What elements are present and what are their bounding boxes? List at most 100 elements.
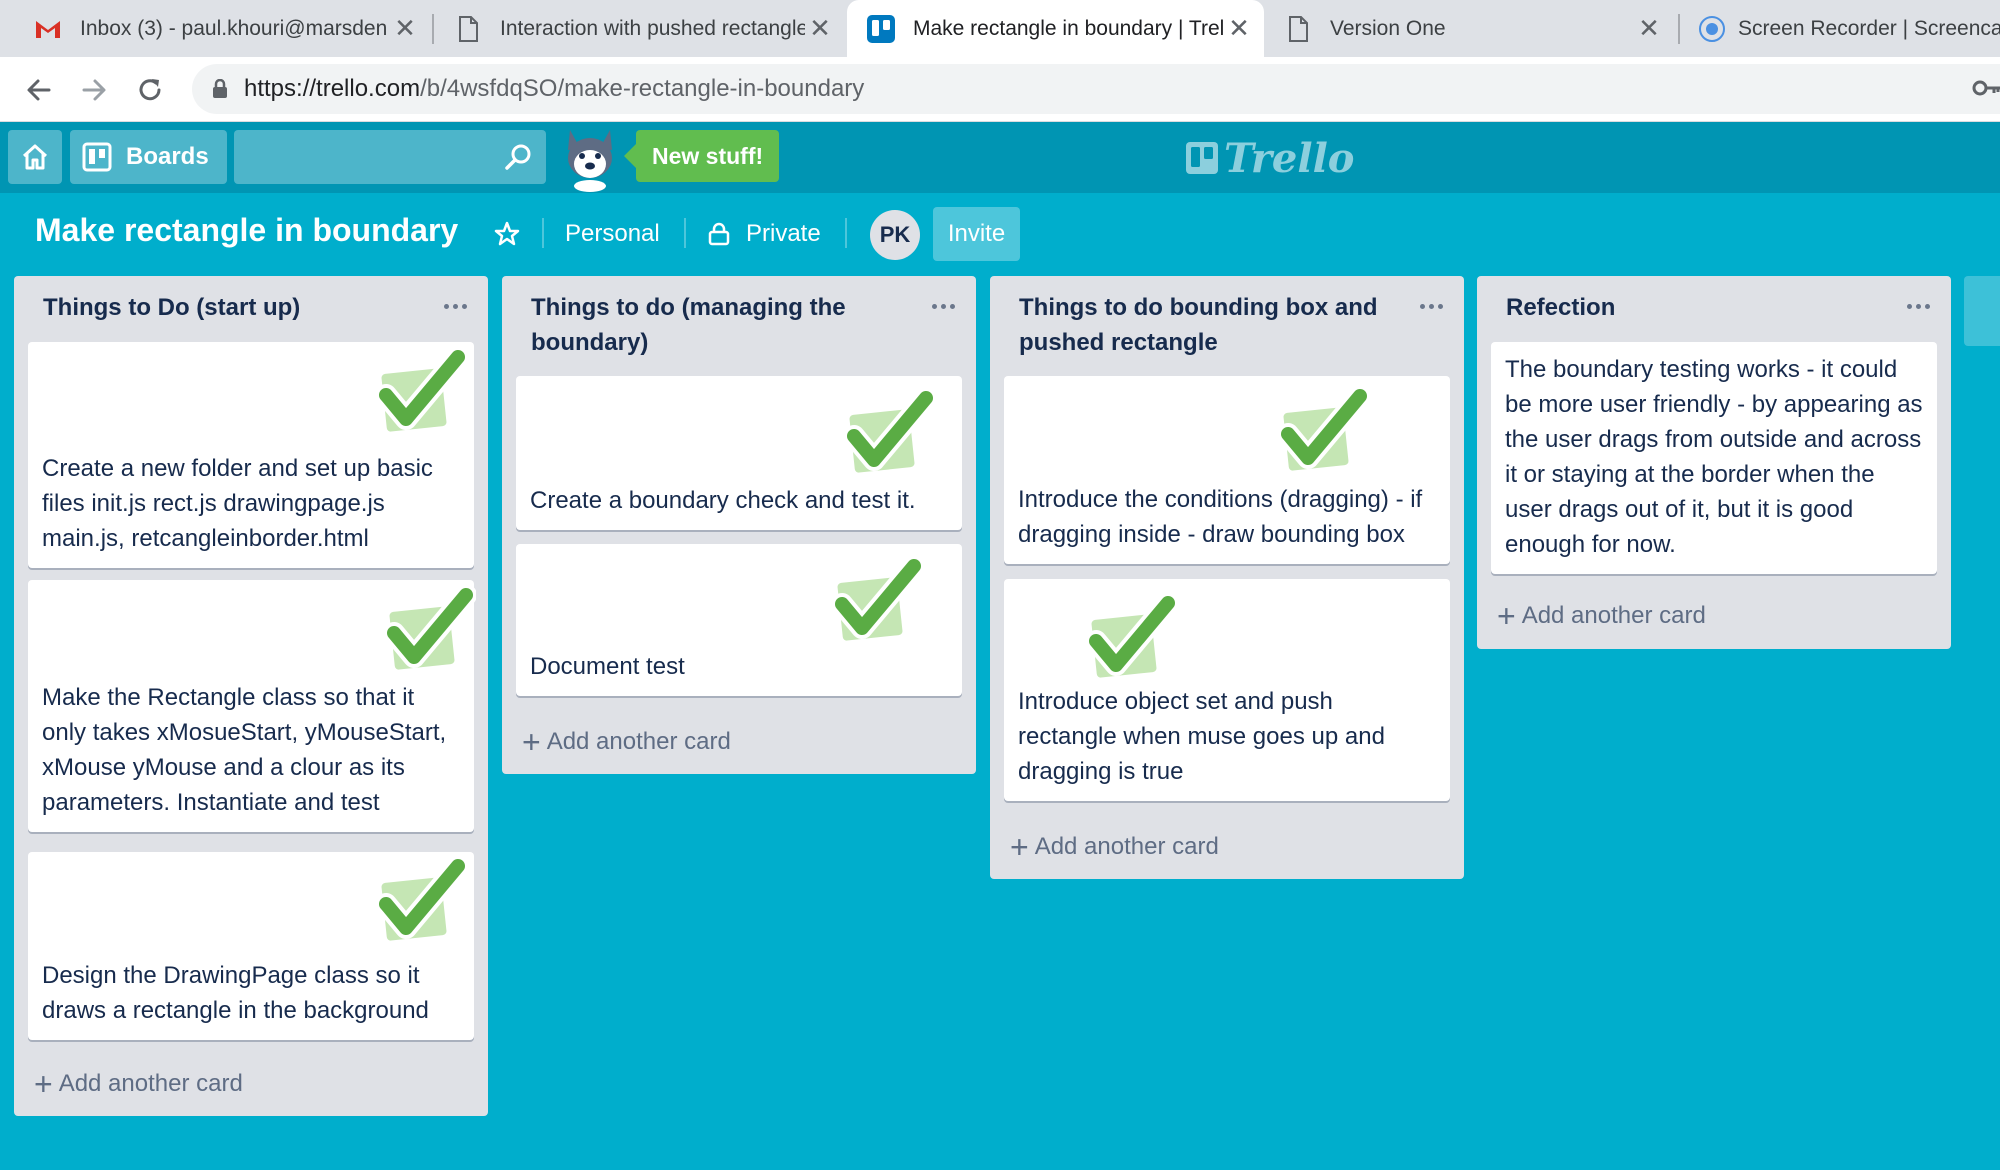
tab-title: Interaction with pushed rectangle <box>500 16 805 40</box>
boards-button[interactable]: Boards <box>70 130 227 184</box>
card[interactable]: Make the Rectangle class so that it only… <box>28 580 477 832</box>
url-field[interactable]: https://trello.com/b/4wsfdqSO/make-recta… <box>192 64 2000 114</box>
search-icon <box>505 144 531 170</box>
card[interactable]: Create a new folder and set up basic fil… <box>28 342 474 568</box>
home-icon <box>22 144 48 170</box>
url-host: https://trello.com <box>244 75 421 102</box>
plus-icon: + <box>1497 598 1516 634</box>
visibility-button[interactable]: Private <box>708 208 821 260</box>
tab-title: Inbox (3) - paul.khouri@marsden <box>80 16 388 40</box>
divider <box>542 218 544 248</box>
close-icon[interactable]: ✕ <box>1224 13 1254 44</box>
trello-logo-icon <box>1186 142 1218 174</box>
checkmark-sticker-icon <box>368 343 469 443</box>
board-title[interactable]: Make rectangle in boundary <box>35 212 458 249</box>
card-title: Create a new folder and set up basic fil… <box>42 455 433 552</box>
trello-header: Boards New stuff! Trello <box>0 122 2000 193</box>
checkmark-sticker-icon <box>368 852 469 952</box>
new-stuff-button[interactable]: New stuff! <box>623 130 780 182</box>
card-title: Make the Rectangle class so that it only… <box>42 684 447 816</box>
card-title: Document test <box>530 653 685 680</box>
card-title: Create a boundary check and test it. <box>530 487 916 514</box>
home-button[interactable] <box>8 130 62 184</box>
tab-title: Make rectangle in boundary | Trello <box>913 16 1224 40</box>
browser-tab-trello[interactable]: Make rectangle in boundary | Trello ✕ <box>847 0 1264 57</box>
key-icon[interactable] <box>1972 73 2000 103</box>
list-title[interactable]: Things to do bounding box and pushed rec… <box>1019 290 1379 360</box>
lock-icon <box>210 77 230 101</box>
browser-address-bar: https://trello.com/b/4wsfdqSO/make-recta… <box>0 57 2000 122</box>
browser-tab-bar: Inbox (3) - paul.khouri@marsden ✕ Intera… <box>0 0 2000 57</box>
avatar[interactable]: PK <box>870 210 920 260</box>
card[interactable]: Document test <box>516 544 962 696</box>
url-path: /b/4wsfdqSO/make-rectangle-in-boundary <box>420 75 865 102</box>
card-title: Introduce the conditions (dragging) - if… <box>1018 486 1423 548</box>
reload-icon <box>139 79 161 101</box>
star-button[interactable] <box>494 208 524 260</box>
card-title: The boundary testing works - it could be… <box>1505 356 1923 558</box>
avatar-initials: PK <box>879 222 911 247</box>
close-icon[interactable]: ✕ <box>1634 13 1664 44</box>
gmail-icon <box>34 15 62 43</box>
boards-label: Boards <box>126 143 209 170</box>
card[interactable]: Introduce object set and push rectangle … <box>1004 579 1450 801</box>
list-title[interactable]: Things to Do (start up) <box>43 290 403 325</box>
lock-icon <box>708 222 730 246</box>
add-card-button[interactable]: + Add another card <box>522 722 731 762</box>
list-things-to-do-start-up: Things to Do (start up) Create a new fol… <box>14 276 488 1116</box>
add-card-button[interactable]: + Add another card <box>34 1064 243 1104</box>
list-bounding-box-and-pushed-rectangle: Things to do bounding box and pushed rec… <box>990 276 1464 879</box>
back-arrow-icon <box>27 79 51 101</box>
more-icon[interactable] <box>928 296 958 316</box>
add-card-button[interactable]: + Add another card <box>1497 596 1706 636</box>
star-icon <box>494 221 520 246</box>
list-title[interactable]: Things to do (managing the boundary) <box>531 290 891 360</box>
more-icon[interactable] <box>1903 296 1933 316</box>
browser-tab-gmail[interactable]: Inbox (3) - paul.khouri@marsden ✕ <box>0 0 430 57</box>
card[interactable]: The boundary testing works - it could be… <box>1491 342 1937 574</box>
add-card-label: Add another card <box>546 728 731 755</box>
card[interactable]: Design the DrawingPage class so it draws… <box>28 852 474 1040</box>
close-icon[interactable]: ✕ <box>390 13 420 44</box>
add-card-button[interactable]: + Add another card <box>1010 827 1219 867</box>
card[interactable]: Introduce the conditions (dragging) - if… <box>1004 376 1450 564</box>
list-managing-the-boundary: Things to do (managing the boundary) Cre… <box>502 276 976 774</box>
trello-logo-text: Trello <box>1224 134 1355 182</box>
browser-tab-screen-recorder[interactable]: Screen Recorder | Screencast <box>1680 0 2000 57</box>
visibility-label: Private <box>746 220 821 247</box>
trello-icon <box>867 14 895 43</box>
list-refection: Refection The boundary testing works - i… <box>1477 276 1951 649</box>
browser-tab-version-one[interactable]: Version One ✕ <box>1264 0 1674 57</box>
team-button[interactable]: Personal <box>565 208 660 260</box>
checkmark-sticker-icon <box>1270 382 1371 482</box>
back-button[interactable] <box>21 72 57 108</box>
card[interactable]: Create a boundary check and test it. <box>516 376 962 530</box>
plus-icon: + <box>1010 829 1029 865</box>
search-input[interactable] <box>234 130 546 184</box>
divider <box>845 218 847 248</box>
boards-icon <box>82 142 112 172</box>
plus-icon: + <box>34 1066 53 1102</box>
checkmark-sticker-icon <box>1078 589 1179 689</box>
browser-tab-interaction[interactable]: Interaction with pushed rectangle ✕ <box>420 0 845 57</box>
page-icon <box>1284 15 1312 43</box>
invite-button[interactable]: Invite <box>933 207 1020 261</box>
tab-title: Screen Recorder | Screencast <box>1738 16 2000 40</box>
checkmark-sticker-icon <box>376 581 477 681</box>
plus-icon: + <box>522 724 541 760</box>
trello-logo[interactable]: Trello <box>1186 134 1355 182</box>
forward-arrow-icon <box>82 79 106 101</box>
card-title: Design the DrawingPage class so it draws… <box>42 962 429 1024</box>
taco-mascot-icon[interactable] <box>560 126 620 192</box>
forward-button[interactable] <box>76 72 112 108</box>
list-title[interactable]: Refection <box>1506 290 1866 325</box>
add-card-label: Add another card <box>1034 833 1219 860</box>
add-card-label: Add another card <box>1521 602 1706 629</box>
close-icon[interactable]: ✕ <box>805 13 835 44</box>
add-list-button[interactable] <box>1964 276 2000 346</box>
more-icon[interactable] <box>440 296 470 316</box>
reload-button[interactable] <box>132 72 168 108</box>
url-text: https://trello.com/b/4wsfdqSO/make-recta… <box>244 75 864 103</box>
more-icon[interactable] <box>1416 296 1446 316</box>
divider <box>684 218 686 248</box>
